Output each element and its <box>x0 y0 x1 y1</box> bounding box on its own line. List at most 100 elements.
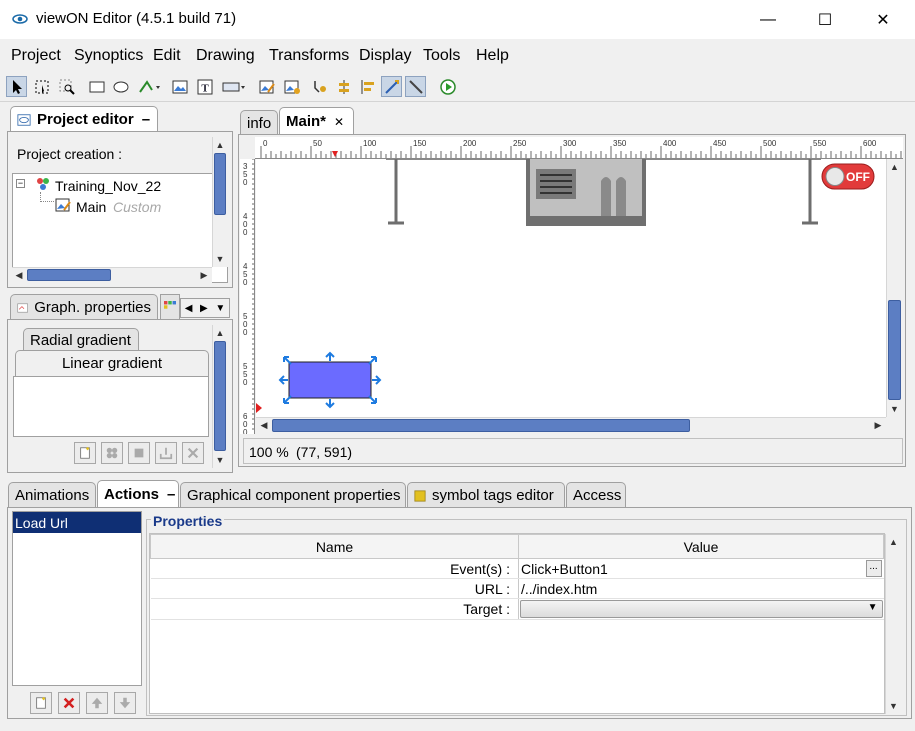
menu-display[interactable]: Display <box>359 47 411 65</box>
menu-edit[interactable]: Edit <box>153 47 181 65</box>
delete-action-button[interactable] <box>58 692 80 714</box>
move-up-button[interactable] <box>86 692 108 714</box>
stop-button[interactable] <box>128 442 150 464</box>
target-dropdown[interactable]: ▼ <box>520 600 883 618</box>
selected-rectangle[interactable] <box>288 361 372 399</box>
table-row[interactable]: Event(s) : Click+Button1 ... <box>150 558 884 579</box>
tab-linear-gradient[interactable]: Linear gradient <box>15 350 209 376</box>
scroll-left-icon[interactable]: ◀ <box>12 268 26 282</box>
export-gradient-button[interactable] <box>155 442 177 464</box>
synoptic-canvas[interactable]: OFF <box>256 159 886 417</box>
property-value[interactable]: ▼ <box>518 598 884 620</box>
tab-prev-icon[interactable]: ◀ <box>185 303 193 314</box>
graphical-component-properties-label: Graphical component properties <box>187 487 401 504</box>
menu-transforms[interactable]: Transforms <box>269 47 349 65</box>
ruler-label: 200 <box>463 139 477 148</box>
tab-project-editor[interactable]: Project editor – <box>10 106 158 132</box>
scroll-right-icon[interactable]: ▶ <box>197 268 211 282</box>
chevron-down-icon: ▼ <box>867 602 878 613</box>
rectangle-tool-icon[interactable] <box>86 76 107 97</box>
properties-title: Properties <box>151 513 225 529</box>
ellipsis-button[interactable]: ... <box>865 560 882 577</box>
vertical-spacing-icon[interactable] <box>333 76 354 97</box>
add-action-button[interactable] <box>30 692 52 714</box>
text-tool-icon[interactable]: T <box>194 76 215 97</box>
close-window-button[interactable]: ✕ <box>860 0 906 39</box>
maximize-button[interactable]: ☐ <box>802 0 848 39</box>
toggle-state-label: OFF <box>846 170 870 184</box>
scroll-right-icon[interactable]: ▶ <box>871 418 885 433</box>
tab-graph-properties[interactable]: Graph. properties <box>10 294 158 320</box>
graph-properties-vscroll-thumb[interactable] <box>214 341 226 451</box>
align-icon[interactable] <box>357 76 378 97</box>
scroll-down-icon[interactable]: ▼ <box>885 699 902 713</box>
project-tree-hscroll-thumb[interactable] <box>27 269 111 281</box>
canvas-hscroll-thumb[interactable] <box>272 419 690 432</box>
ruler-guide-icon[interactable] <box>405 76 426 97</box>
palette-tab[interactable] <box>160 294 180 320</box>
tab-main[interactable]: Main* ✕ <box>279 107 354 135</box>
tag-icon <box>414 489 426 502</box>
minimize-panel-icon[interactable]: – <box>142 111 150 128</box>
tree-child-label[interactable]: Main <box>76 199 106 215</box>
tab-info[interactable]: info <box>240 110 278 135</box>
tab-graphical-component-properties[interactable]: Graphical component properties <box>180 482 406 508</box>
table-row[interactable]: URL : /../index.htm <box>150 578 884 599</box>
menu-synoptics[interactable]: Synoptics <box>74 47 143 65</box>
tab-symbol-tags-editor[interactable]: symbol tags editor <box>407 482 565 508</box>
scroll-up-icon[interactable]: ▲ <box>886 160 903 174</box>
project-tree-vscroll-thumb[interactable] <box>214 153 226 215</box>
snap-grid-icon[interactable] <box>381 76 402 97</box>
menu-drawing[interactable]: Drawing <box>196 47 255 65</box>
action-item-load-url[interactable]: Load Url <box>13 512 141 533</box>
image-tool-icon[interactable] <box>169 76 190 97</box>
run-play-icon[interactable] <box>437 76 458 97</box>
tab-list-icon[interactable]: ▼ <box>215 303 225 314</box>
scroll-left-icon[interactable]: ◀ <box>257 418 271 433</box>
marquee-select-icon[interactable] <box>31 76 52 97</box>
tree-collapse-toggle[interactable]: − <box>16 179 25 188</box>
table-row[interactable]: Target : ▼ <box>150 598 884 620</box>
project-creation-label: Project creation : <box>17 146 123 162</box>
property-value[interactable]: /../index.htm <box>518 578 884 599</box>
tab-access[interactable]: Access <box>566 482 626 508</box>
ellipse-tool-icon[interactable] <box>110 76 131 97</box>
scroll-down-icon[interactable]: ▼ <box>212 453 228 467</box>
scroll-up-icon[interactable]: ▲ <box>212 326 228 340</box>
menu-project[interactable]: Project <box>11 47 61 65</box>
tab-animations[interactable]: Animations <box>8 482 96 508</box>
line-tool-icon[interactable] <box>136 76 164 97</box>
minimize-button[interactable]: — <box>745 0 791 39</box>
anchor-icon[interactable] <box>309 76 330 97</box>
edit-image-alt-icon[interactable] <box>281 76 302 97</box>
scroll-up-icon[interactable]: ▲ <box>885 535 902 549</box>
edit-image-icon[interactable] <box>256 76 277 97</box>
delete-gradient-button[interactable] <box>182 442 204 464</box>
property-value[interactable]: Click+Button1 ... <box>518 558 884 579</box>
tab-nav-controls[interactable]: ◀ ▶ ▼ <box>180 298 230 318</box>
minimize-panel-icon[interactable]: – <box>167 486 175 503</box>
menu-tools[interactable]: Tools <box>423 47 460 65</box>
tab-next-icon[interactable]: ▶ <box>200 303 208 314</box>
new-gradient-button[interactable] <box>74 442 96 464</box>
tab-actions[interactable]: Actions – <box>97 480 179 508</box>
menu-help[interactable]: Help <box>476 47 509 65</box>
gradient-stops-button[interactable] <box>101 442 123 464</box>
tree-root-label[interactable]: Training_Nov_22 <box>55 178 161 194</box>
scroll-up-icon[interactable]: ▲ <box>212 138 228 152</box>
vertical-position-marker <box>256 403 262 413</box>
canvas-vscroll-thumb[interactable] <box>888 300 901 400</box>
component-tool-icon[interactable] <box>219 76 249 97</box>
select-tool-icon[interactable] <box>6 76 27 97</box>
zoom-select-icon[interactable] <box>56 76 77 97</box>
new-file-icon <box>80 446 90 459</box>
event-value: Click+Button1 <box>521 560 608 577</box>
move-down-button[interactable] <box>114 692 136 714</box>
horizontal-ruler-ticks: 0 50 100 150 200 250 300 350 400 450 500 550 600 <box>260 139 902 158</box>
tab-radial-gradient[interactable]: Radial gradient <box>23 328 139 352</box>
properties-vscroll[interactable] <box>885 534 902 714</box>
scroll-down-icon[interactable]: ▼ <box>886 402 903 416</box>
off-toggle-switch[interactable]: OFF <box>821 163 875 190</box>
close-tab-icon[interactable]: ✕ <box>334 115 344 129</box>
scroll-down-icon[interactable]: ▼ <box>212 252 228 266</box>
